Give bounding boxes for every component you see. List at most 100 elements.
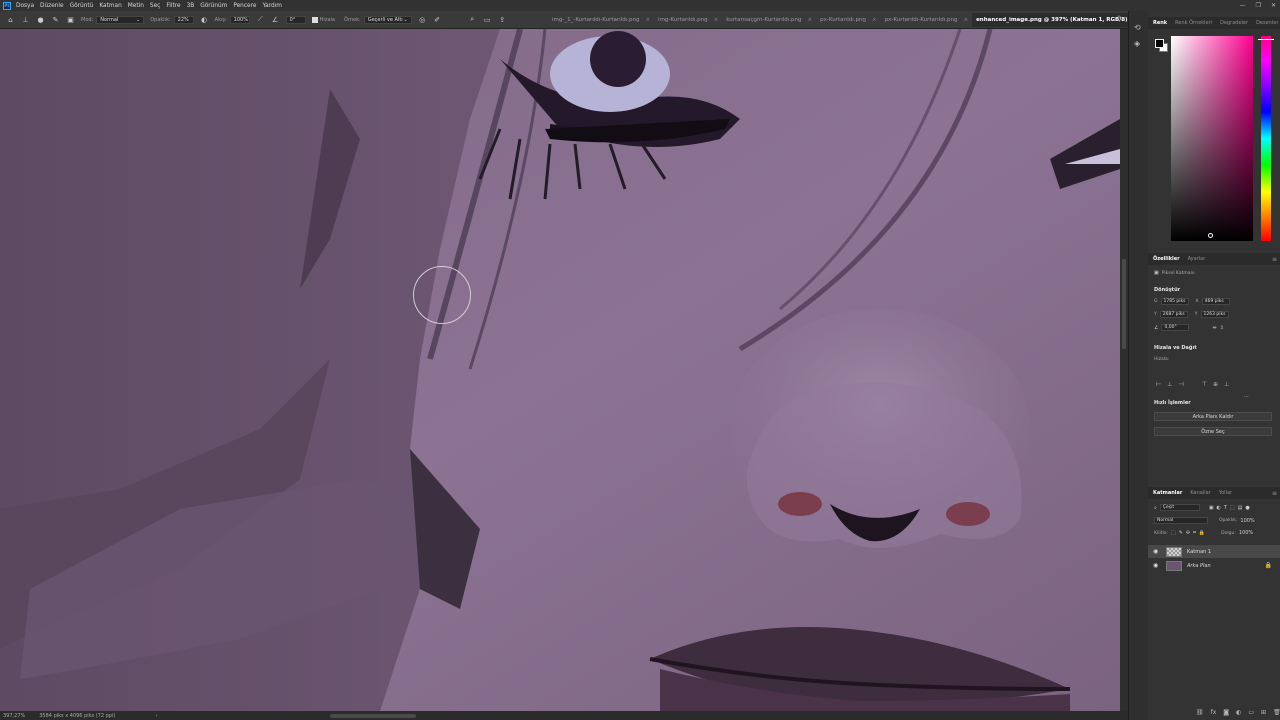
hue-slider-marker[interactable]: [1258, 39, 1274, 41]
align-left-icon[interactable]: ⊢: [1156, 381, 1161, 388]
properties-panel: ▣ Piksel Katmanı Dönüştür G 1785 piks X …: [1148, 253, 1280, 489]
close-icon: ×: [872, 17, 877, 23]
tab-document-3[interactable]: kurtarısaçgm-Kurtarıldı.png ×: [722, 13, 816, 27]
remove-background-button[interactable]: Arka Planı Kaldır: [1154, 412, 1272, 421]
adjustments-icon[interactable]: ◈: [1134, 39, 1140, 48]
clone-source-icon[interactable]: ▣: [66, 15, 75, 24]
history-icon[interactable]: ⟲: [1134, 23, 1141, 32]
layer-row[interactable]: ◉ Arka Plan 🔒: [1148, 559, 1280, 572]
align-buttons: ⊢ ⊥ ⊣ ⊤ ⊕ ⊥: [1156, 381, 1229, 388]
tab-document-1[interactable]: img-_1_-Kurtarıldı-Kurtarıldı.png ×: [548, 13, 654, 27]
align-middle-icon[interactable]: ⊕: [1213, 381, 1218, 388]
transform-row-1: G 1785 piks X 469 piks: [1154, 298, 1230, 305]
tabs-overflow-icon[interactable]: »: [1117, 13, 1121, 21]
link-layers-icon[interactable]: ⛓: [1196, 709, 1204, 716]
angle-icon: ∠: [1154, 324, 1159, 331]
eye-icon[interactable]: ◉: [1153, 562, 1161, 569]
filter-icons[interactable]: ▣◐T⬚▤●: [1209, 505, 1253, 511]
adjustment-layer-icon[interactable]: ◐: [1236, 709, 1241, 716]
blend-mode-select[interactable]: Normal: [1154, 517, 1208, 524]
maximize-button[interactable]: ❐: [1256, 2, 1261, 9]
y-input[interactable]: 1263 piks: [1200, 311, 1229, 318]
status-arrow-icon[interactable]: ›: [155, 713, 157, 719]
menu-select[interactable]: Seç: [150, 3, 160, 9]
eye-icon[interactable]: ◉: [1153, 548, 1161, 555]
menu-type[interactable]: Metin: [128, 3, 144, 9]
align-top-icon[interactable]: ⊤: [1202, 381, 1207, 388]
height-input[interactable]: 2687 piks: [1159, 311, 1188, 318]
ignore-adjustment-icon[interactable]: ◎: [418, 15, 427, 24]
lock-icons[interactable]: ⬚✎✣⌗🔒: [1171, 530, 1208, 536]
workspace-icon[interactable]: ▭: [483, 15, 492, 24]
layer-thumbnail: [1166, 546, 1182, 557]
menu-edit[interactable]: Düzenle: [40, 3, 64, 9]
sample-select[interactable]: Geçerli ve Altı ⌄: [363, 15, 412, 24]
flow-input[interactable]: 100%: [229, 15, 250, 24]
mask-icon[interactable]: ◙: [1223, 709, 1229, 716]
layer-name[interactable]: Katman 1: [1187, 549, 1211, 555]
fx-icon[interactable]: fx: [1211, 709, 1217, 716]
close-window-button[interactable]: ✕: [1271, 2, 1276, 9]
airbrush-icon[interactable]: ⟋: [256, 15, 265, 24]
aligned-checkbox[interactable]: [311, 16, 318, 23]
select-subject-button[interactable]: Özne Seç: [1154, 427, 1272, 436]
menu-view[interactable]: Görünüm: [200, 3, 227, 9]
hue-slider[interactable]: [1258, 36, 1274, 241]
menu-filter[interactable]: Filtre: [166, 3, 180, 9]
trash-icon[interactable]: 🗑: [1273, 709, 1280, 716]
angle-input[interactable]: 0,00°: [1161, 324, 1190, 331]
tab-document-2[interactable]: img-Kurtarıldı.png ×: [654, 13, 722, 27]
color-picker-field[interactable]: [1171, 36, 1253, 241]
brush-preset-icon[interactable]: ●: [36, 15, 45, 24]
minimize-button[interactable]: —: [1240, 2, 1246, 9]
opacity-label: Opaklık:: [150, 16, 171, 23]
opacity-input[interactable]: 22%: [173, 15, 194, 24]
brush-settings-icon[interactable]: ✎: [51, 15, 60, 24]
scrollbar-thumb[interactable]: [1122, 259, 1126, 349]
height-label: Y: [1154, 312, 1157, 317]
mode-select[interactable]: Normal ⌄: [96, 15, 145, 24]
align-right-icon[interactable]: ⊣: [1178, 381, 1183, 388]
flip-horizontal-icon[interactable]: ⇹: [1212, 325, 1216, 331]
flip-vertical-icon[interactable]: ⇳: [1220, 325, 1224, 331]
width-input[interactable]: 1785 piks: [1160, 298, 1189, 305]
align-bottom-icon[interactable]: ⊥: [1224, 381, 1229, 388]
foreground-swatch[interactable]: [1155, 39, 1164, 48]
color-picker-marker[interactable]: [1208, 233, 1213, 238]
menu-help[interactable]: Yardım: [262, 3, 282, 9]
stamp-tool-icon[interactable]: ⊥: [21, 15, 30, 24]
home-icon[interactable]: ⌂: [6, 15, 15, 24]
color-panel: [1148, 23, 1280, 255]
menu-bar: Ps Dosya Düzenle Görüntü Katman Metin Se…: [0, 0, 1280, 11]
pressure-opacity-icon[interactable]: ◐: [200, 15, 209, 24]
menu-3d[interactable]: 3B: [187, 3, 195, 9]
search-icon[interactable]: ⌕: [468, 15, 477, 24]
horizontal-scrollbar-thumb[interactable]: [330, 714, 416, 718]
tab-document-4[interactable]: px-Kurtarıldı.png ×: [816, 13, 881, 27]
align-center-icon[interactable]: ⊥: [1167, 381, 1172, 388]
pressure-size-icon[interactable]: ✐: [433, 15, 442, 24]
sample-label: Örnek:: [343, 16, 361, 23]
x-input[interactable]: 469 piks: [1201, 298, 1230, 305]
document-canvas[interactable]: [0, 29, 1120, 711]
search-icon: ⌕: [1154, 504, 1157, 511]
angle-input[interactable]: 0°: [285, 15, 306, 24]
layers-panel: ⌕ Çeşit ▣◐T⬚▤● Normal Opaklık: 100% Kili…: [1148, 487, 1280, 720]
zoom-level[interactable]: 397,27%: [3, 713, 25, 719]
more-options-icon[interactable]: ···: [1244, 394, 1249, 400]
group-icon[interactable]: ▭: [1248, 709, 1254, 716]
menu-layer[interactable]: Katman: [99, 3, 121, 9]
fill-value[interactable]: 100%: [1239, 530, 1253, 536]
canvas-artwork: [0, 29, 1120, 711]
new-layer-icon[interactable]: ⊞: [1261, 709, 1266, 716]
layer-filter-select[interactable]: Çeşit: [1159, 504, 1200, 511]
layer-opacity-value[interactable]: 100%: [1240, 518, 1254, 524]
menu-image[interactable]: Görüntü: [70, 3, 94, 9]
menu-file[interactable]: Dosya: [16, 3, 34, 9]
layer-name[interactable]: Arka Plan: [1187, 563, 1211, 569]
menu-window[interactable]: Pencere: [233, 3, 256, 9]
layer-row[interactable]: ◉ Katman 1: [1148, 545, 1280, 558]
vertical-scrollbar[interactable]: [1120, 29, 1128, 711]
share-icon[interactable]: ⇪: [498, 15, 507, 24]
tab-document-5[interactable]: px-Kurtarıldı-Kurtarıldı.png ×: [881, 13, 972, 27]
